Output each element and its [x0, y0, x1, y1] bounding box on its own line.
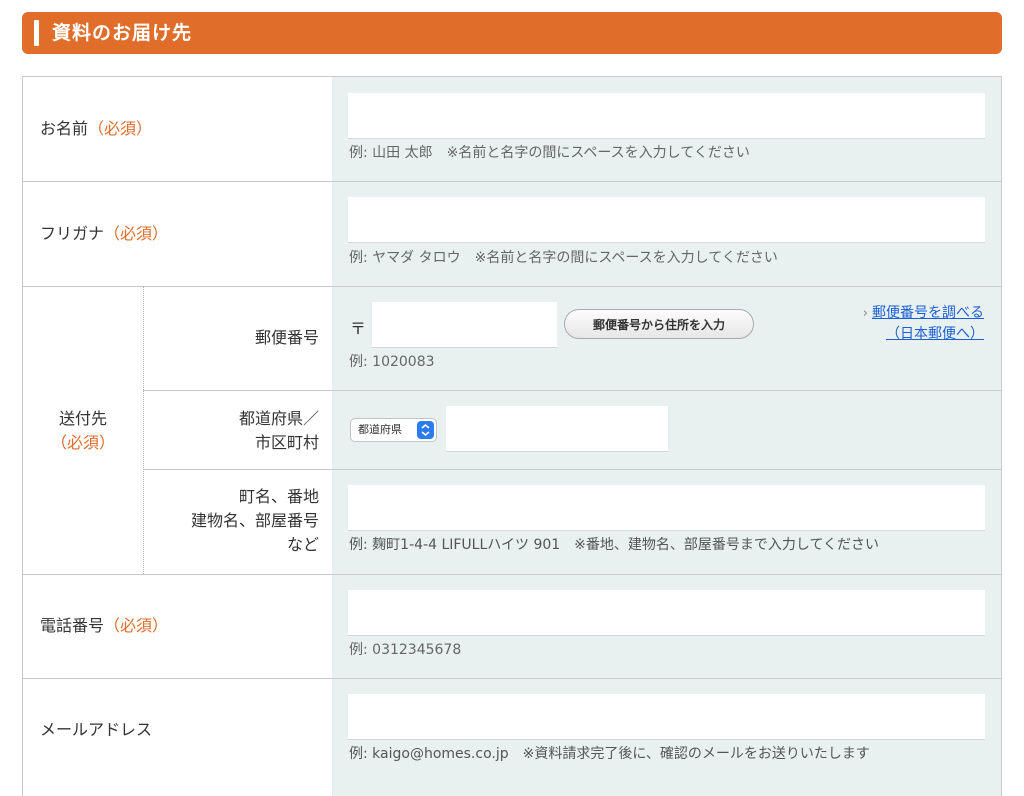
- prefecture-select[interactable]: 都道府県: [350, 418, 437, 442]
- delivery-form: お名前（必須） 例: 山田 太郎 ※名前と名字の間にスペースを入力してください …: [22, 76, 1002, 796]
- postal-lookup: › 郵便番号を調べる （日本郵便へ）: [863, 303, 984, 345]
- name-hint: 例: 山田 太郎 ※名前と名字の間にスペースを入力してください: [349, 145, 750, 161]
- kana-input[interactable]: [348, 197, 985, 243]
- postal-mark: 〒: [350, 319, 367, 338]
- required-mark: （必須）: [50, 433, 115, 452]
- kana-hint: 例: ヤマダ タロウ ※名前と名字の間にスペースを入力してください: [349, 250, 778, 266]
- section-header: 資料のお届け先: [22, 12, 1002, 54]
- postal-hint: 例: 1020083: [349, 354, 435, 370]
- section-title: 資料のお届け先: [52, 22, 193, 44]
- city-input[interactable]: [446, 406, 668, 452]
- postal-label: 郵便番号: [254, 328, 319, 347]
- email-input[interactable]: [348, 694, 985, 740]
- phone-input[interactable]: [348, 590, 985, 636]
- postal-lookup-link[interactable]: 郵便番号を調べる: [872, 305, 984, 321]
- postal-code-input[interactable]: [372, 302, 557, 348]
- phone-label: 電話番号（必須）: [40, 616, 169, 635]
- kana-label: フリガナ（必須）: [40, 224, 169, 243]
- required-mark: （必須）: [104, 224, 169, 243]
- address-group-label: 送付先 （必須）: [23, 407, 143, 455]
- required-mark: （必須）: [88, 119, 153, 138]
- prefecture-city-label: 都道府県／ 市区町村: [238, 409, 319, 452]
- required-mark: （必須）: [104, 616, 169, 635]
- name-input[interactable]: [348, 93, 985, 139]
- phone-hint: 例: 0312345678: [349, 642, 462, 658]
- postal-to-address-button[interactable]: 郵便番号から住所を入力: [564, 309, 754, 339]
- chevron-right-icon: ›: [862, 306, 868, 321]
- email-hint: 例: kaigo@homes.co.jp ※資料請求完了後に、確認のメールをお送…: [349, 746, 870, 762]
- street-hint: 例: 麹町1-4-4 LIFULLハイツ 901 ※番地、建物名、部屋番号まで入…: [349, 537, 880, 553]
- japan-post-link[interactable]: （日本郵便へ）: [886, 326, 984, 342]
- select-arrows-icon: [417, 421, 434, 439]
- street-label: 町名、番地 建物名、部屋番号 など: [190, 487, 319, 554]
- email-label: メールアドレス: [40, 720, 153, 739]
- street-input[interactable]: [348, 485, 985, 531]
- name-label: お名前（必須）: [40, 119, 153, 138]
- header-accent-bar: [34, 20, 39, 46]
